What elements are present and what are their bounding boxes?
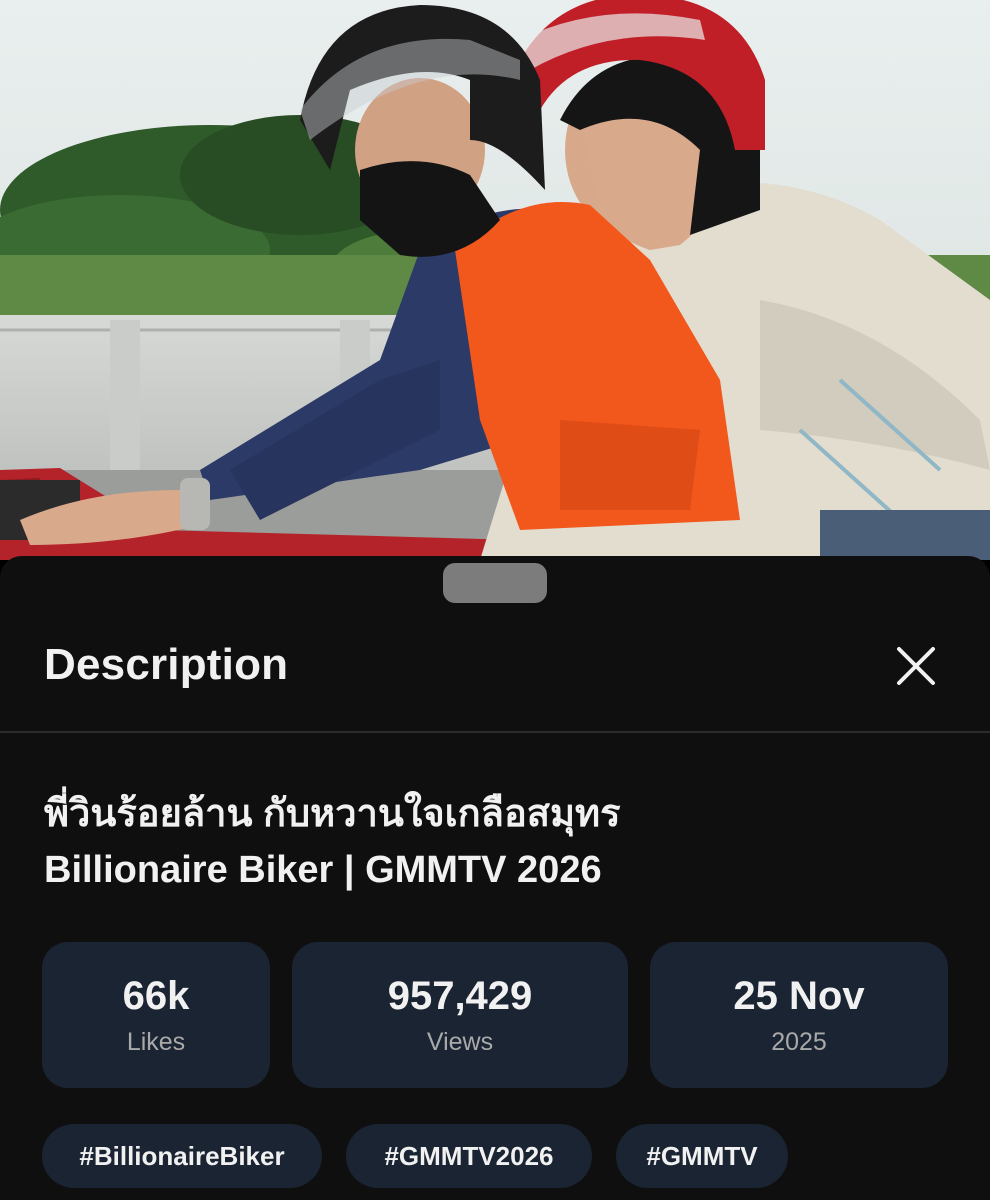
hashtag-chip[interactable]: #BillionaireBiker <box>42 1124 322 1188</box>
video-title: พี่วินร้อยล้าน กับหวานใจเกลือสมุทร Billi… <box>44 786 944 898</box>
upload-date-card: 25 Nov 2025 <box>650 942 948 1088</box>
video-title-thai: พี่วินร้อยล้าน กับหวานใจเกลือสมุทร <box>44 793 621 835</box>
sheet-title: Description <box>44 640 289 689</box>
sheet-divider <box>0 731 990 733</box>
close-icon <box>897 647 935 685</box>
upload-year: 2025 <box>771 1028 827 1056</box>
video-thumbnail[interactable] <box>0 0 990 560</box>
hashtag-chip[interactable]: #GMMTV <box>616 1124 788 1188</box>
upload-date: 25 Nov <box>733 974 865 1018</box>
hashtag-row: #BillionaireBiker #GMMTV2026 #GMMTV <box>0 1124 990 1188</box>
views-label: Views <box>426 1028 494 1056</box>
likes-count: 66k <box>122 974 190 1018</box>
views-count: 957,429 <box>387 974 533 1018</box>
close-button[interactable] <box>886 636 946 696</box>
likes-label: Likes <box>126 1028 186 1056</box>
description-sheet: Description พี่วินร้อยล้าน กับหวานใจเกลื… <box>0 556 990 1200</box>
likes-card: 66k Likes <box>42 942 270 1088</box>
stats-row: 66k Likes 957,429 Views 25 Nov 2025 <box>0 942 990 1088</box>
video-title-english: Billionaire Biker | GMMTV 2026 <box>44 849 602 891</box>
sheet-drag-handle[interactable] <box>443 563 547 603</box>
app-screen: Description พี่วินร้อยล้าน กับหวานใจเกลื… <box>0 0 990 1200</box>
video-frame-illustration <box>0 0 990 560</box>
views-card: 957,429 Views <box>292 942 628 1088</box>
hashtag-chip[interactable]: #GMMTV2026 <box>346 1124 592 1188</box>
